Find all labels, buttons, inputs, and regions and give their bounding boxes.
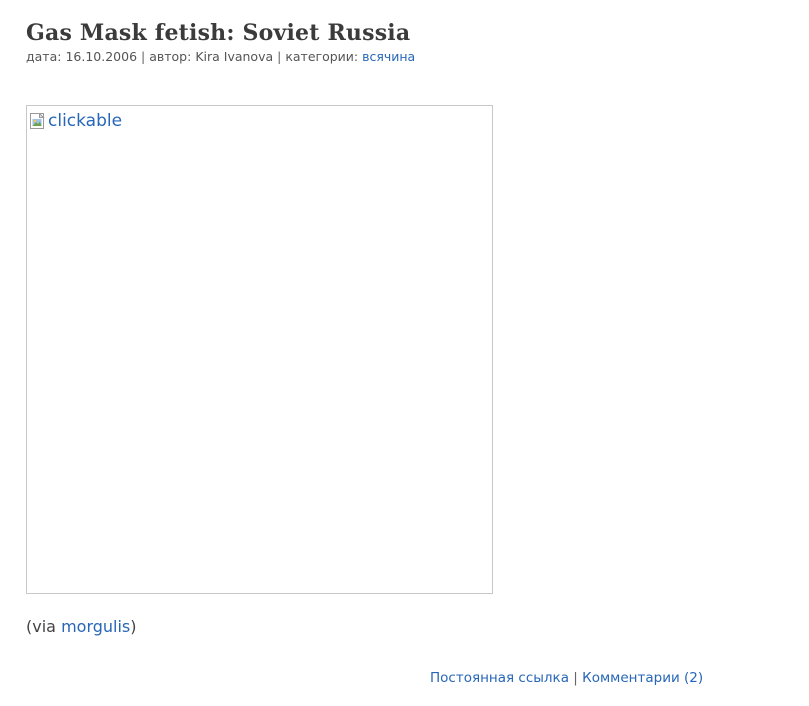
via-prefix: (via: [26, 617, 56, 636]
via-source-link[interactable]: morgulis: [61, 617, 130, 636]
post-image-frame: clickable: [26, 105, 493, 594]
comments-link[interactable]: Комментарии (2): [582, 670, 703, 686]
footer-separator: |: [573, 670, 578, 686]
date-label: дата:: [26, 49, 62, 64]
categories-label: категории:: [285, 49, 359, 64]
post-title: Gas Mask fetish: Soviet Russia: [26, 20, 411, 46]
category-link[interactable]: всячина: [362, 49, 415, 64]
permalink-link[interactable]: Постоянная ссылка: [430, 670, 569, 686]
author-value: Kira Ivanova: [195, 49, 274, 64]
broken-image-link[interactable]: clickable: [30, 111, 122, 131]
post-meta: дата: 16.10.2006 | автор: Kira Ivanova |…: [26, 49, 746, 65]
via-credit: (via morgulis): [26, 617, 137, 637]
author-label: автор:: [149, 49, 192, 64]
image-alt-text: clickable: [48, 111, 123, 131]
via-suffix: ): [130, 617, 137, 636]
date-value: 16.10.2006: [65, 49, 138, 64]
broken-image-icon: [30, 112, 46, 129]
meta-separator: |: [277, 49, 282, 64]
meta-separator: |: [141, 49, 146, 64]
blog-post: Gas Mask fetish: Soviet Russia дата: 16.…: [26, 18, 746, 686]
post-footer: Постоянная ссылка | Комментарии (2): [430, 669, 703, 687]
